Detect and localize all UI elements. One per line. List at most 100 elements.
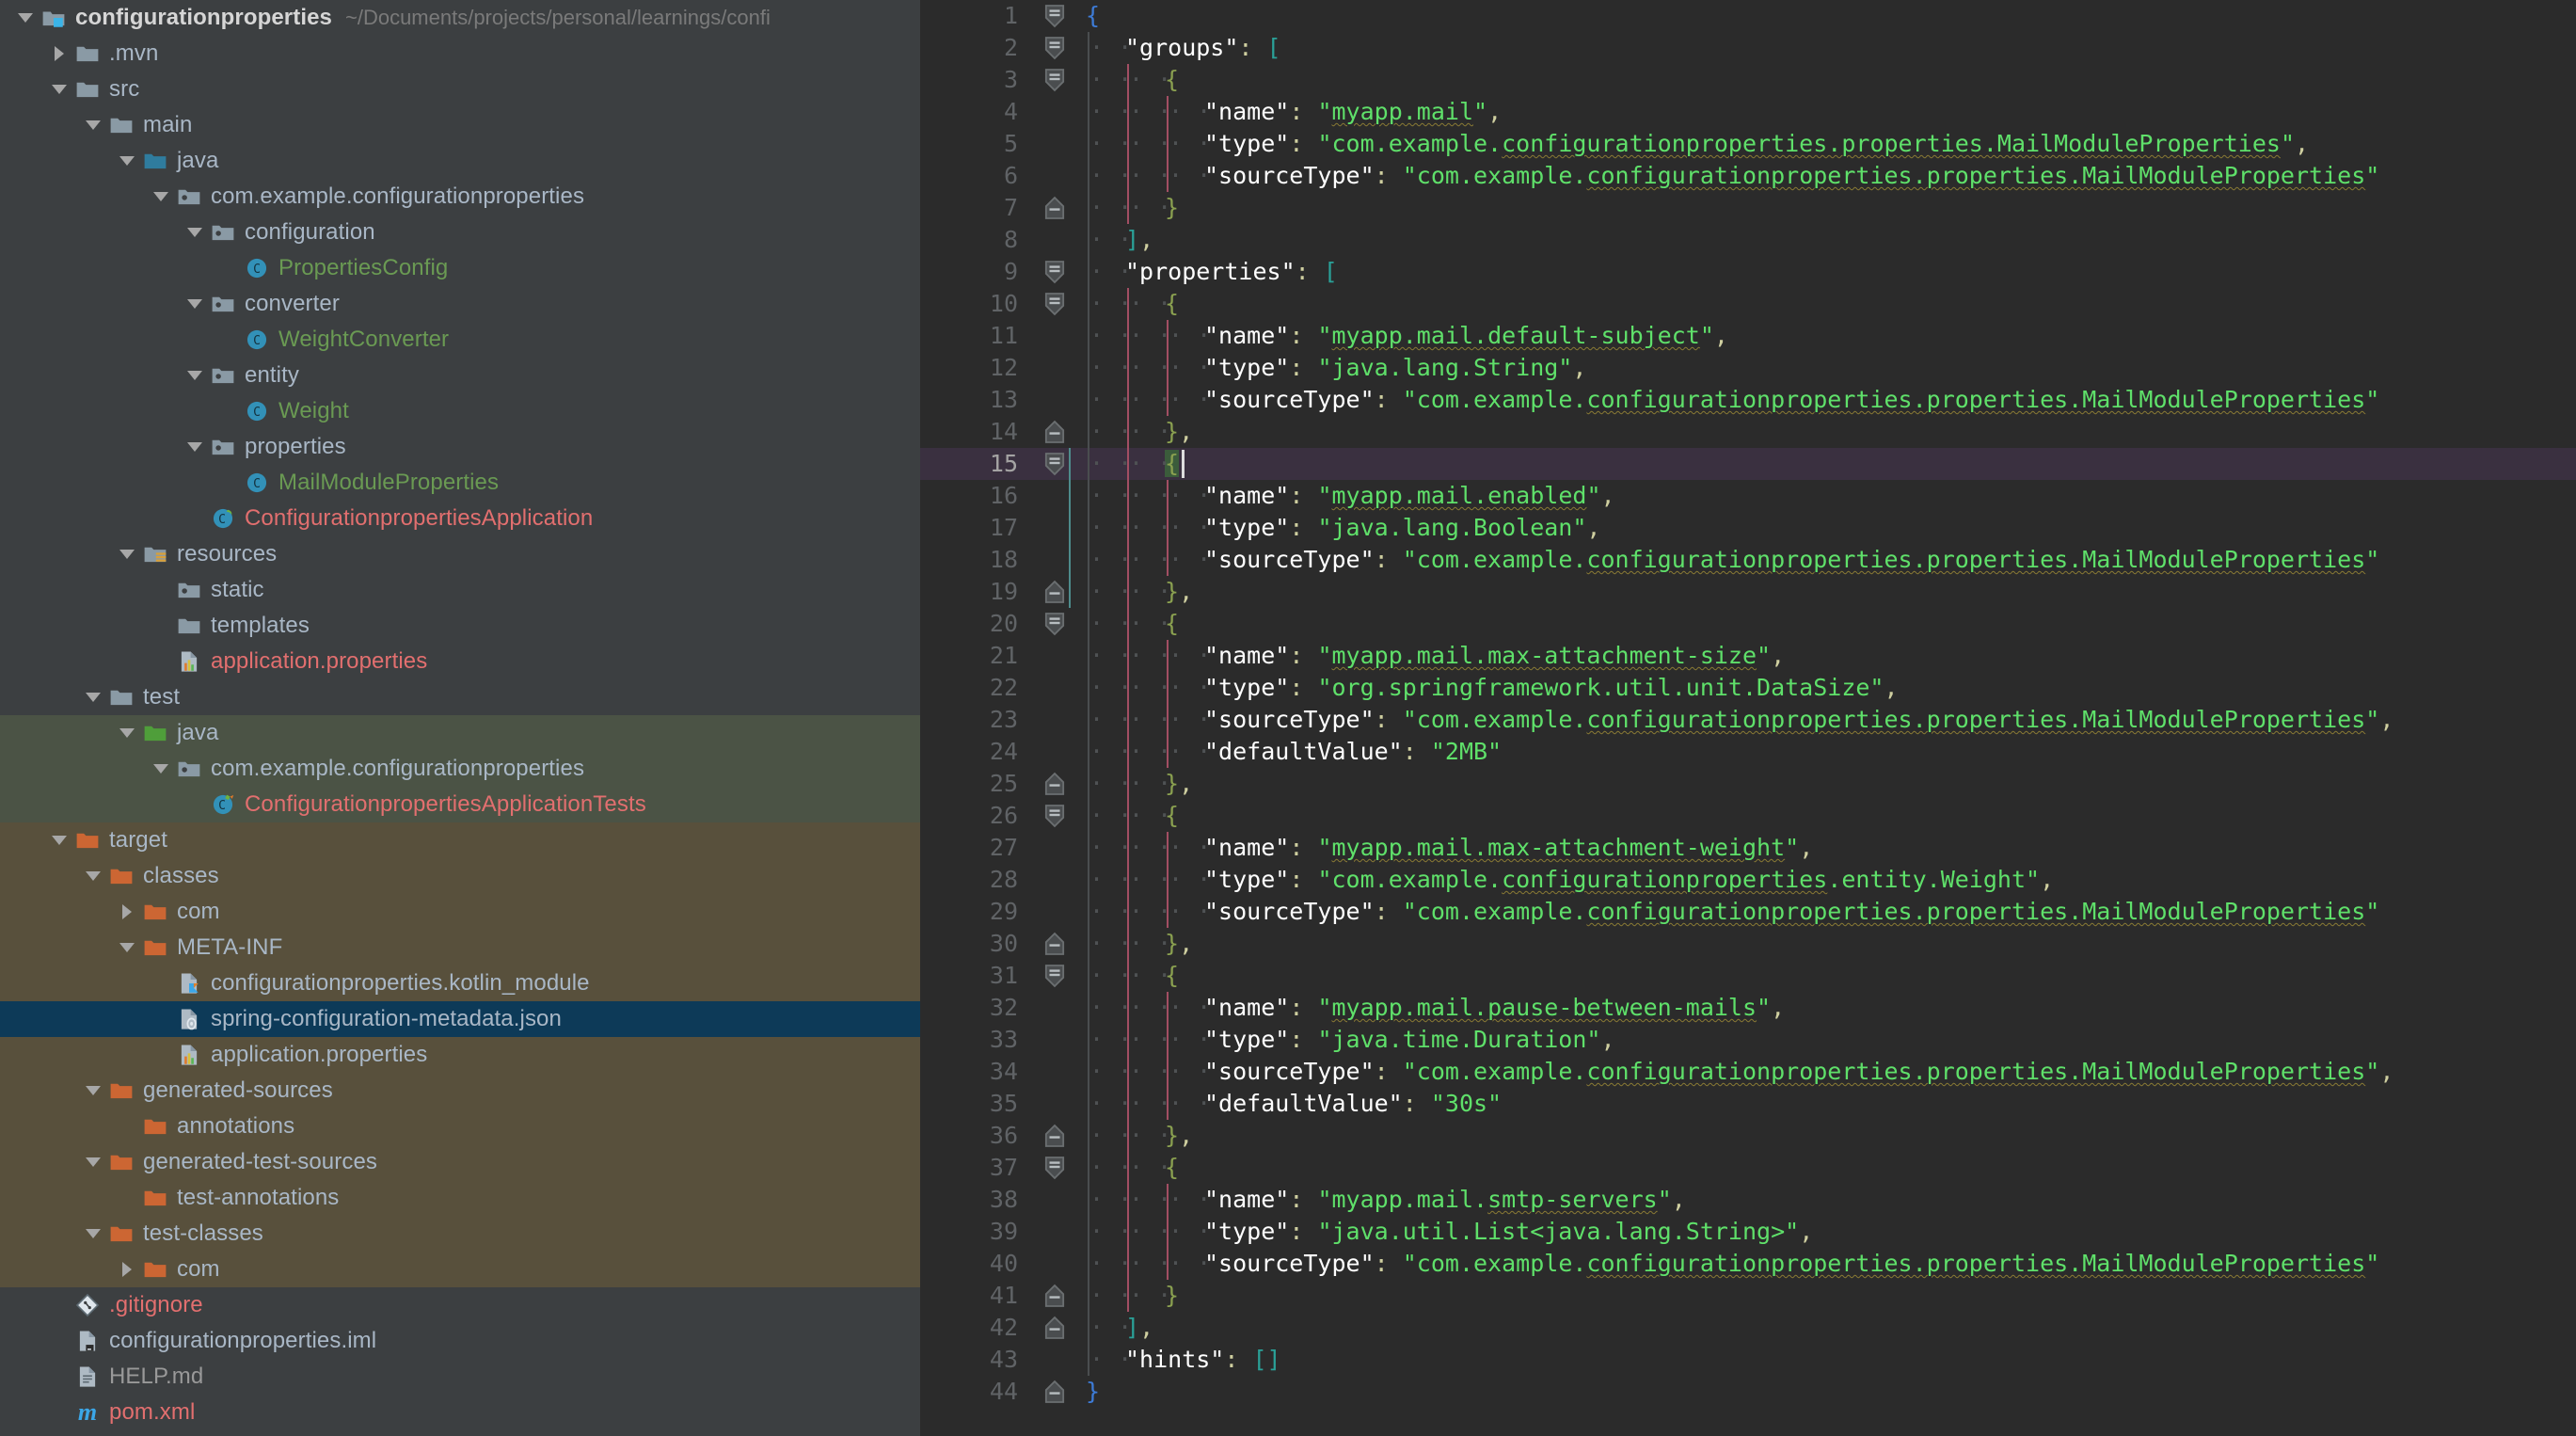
code-line[interactable]: 27 · · · · · · "name": "myapp.mail.max-attac… (920, 832, 2576, 864)
code-line[interactable]: 13 · · · · · · "sourceType": "com.example.co… (920, 384, 2576, 416)
code-line[interactable]: 4 · · · · · · "name": "myapp.mail", (920, 96, 2576, 128)
tree-item-converter[interactable]: converter (0, 286, 920, 322)
code-line[interactable]: 10 · · · ·{ (920, 288, 2576, 320)
tree-item-weight[interactable]: C Weight (0, 393, 920, 429)
chevron-right-icon[interactable] (47, 36, 72, 72)
code-line[interactable]: 25 · · · ·}, (920, 768, 2576, 800)
tree-item-test[interactable]: test (0, 679, 920, 715)
chevron-down-icon[interactable] (81, 107, 105, 143)
tree-item-propertiesconfig[interactable]: C PropertiesConfig (0, 250, 920, 286)
code-line[interactable]: 29 · · · · · · "sourceType": "com.example.co… (920, 896, 2576, 928)
chevron-down-icon[interactable] (47, 72, 72, 107)
chevron-down-icon[interactable] (149, 179, 173, 215)
chevron-down-icon[interactable] (183, 429, 207, 465)
project-tree-panel[interactable]: configurationproperties ~/Documents/proj… (0, 0, 920, 1436)
code-line[interactable]: 16 · · · · · · "name": "myapp.mail.enabled", (920, 480, 2576, 512)
tree-item-test-classes[interactable]: test-classes (0, 1216, 920, 1252)
code-line[interactable]: 31 · · · ·{ (920, 960, 2576, 992)
code-line[interactable]: 15 · · · ·{ (920, 448, 2576, 480)
fold-open-icon[interactable] (1031, 960, 1082, 992)
code-line[interactable]: 14 · · · ·}, (920, 416, 2576, 448)
tree-item-templates[interactable]: templates (0, 608, 920, 644)
fold-close-icon[interactable] (1031, 1280, 1082, 1312)
code-line[interactable]: 39 · · · · · · "type": "java.util.List<java.… (920, 1216, 2576, 1248)
chevron-right-icon[interactable] (115, 894, 139, 930)
tree-item-application-properties[interactable]: application.properties (0, 644, 920, 679)
code-line[interactable]: 28 · · · · · · "type": "com.example.configur… (920, 864, 2576, 896)
code-line[interactable]: 44} (920, 1376, 2576, 1408)
fold-close-icon[interactable] (1031, 1376, 1082, 1408)
tree-item-target[interactable]: target (0, 822, 920, 858)
fold-close-icon[interactable] (1031, 192, 1082, 224)
code-line[interactable]: 17 · · · · · · "type": "java.lang.Boolean", (920, 512, 2576, 544)
code-editor[interactable]: 1{2 · · "groups": [3 · · · ·{4 · · · · · · "name… (920, 0, 2576, 1436)
code-line[interactable]: 40 · · · · · · "sourceType": "com.example.co… (920, 1248, 2576, 1280)
code-line[interactable]: 19 · · · ·}, (920, 576, 2576, 608)
tree-item-configurationpropertiesapplication[interactable]: C ConfigurationpropertiesApplication (0, 501, 920, 536)
chevron-down-icon[interactable] (115, 536, 139, 572)
tree-item-generated-test-sources[interactable]: generated-test-sources (0, 1144, 920, 1180)
code-line[interactable]: 9 · · "properties": [ (920, 256, 2576, 288)
code-line[interactable]: 12 · · · · · · "type": "java.lang.String", (920, 352, 2576, 384)
chevron-down-icon[interactable] (115, 930, 139, 965)
tree-item-configurationpropertiesapplicationtests[interactable]: C ConfigurationpropertiesApplicationTests (0, 787, 920, 822)
tree-item-com[interactable]: com (0, 1252, 920, 1287)
tree-item-mailmoduleproperties[interactable]: C MailModuleProperties (0, 465, 920, 501)
code-line[interactable]: 36 · · · ·}, (920, 1120, 2576, 1152)
code-line[interactable]: 38 · · · · · · "name": "myapp.mail.smtp-serv… (920, 1184, 2576, 1216)
fold-open-icon[interactable] (1031, 1152, 1082, 1184)
tree-item-static[interactable]: static (0, 572, 920, 608)
chevron-down-icon[interactable] (47, 822, 72, 858)
code-line[interactable]: 18 · · · · · · "sourceType": "com.example.co… (920, 544, 2576, 576)
code-line[interactable]: 2 · · "groups": [ (920, 32, 2576, 64)
chevron-down-icon[interactable] (183, 358, 207, 393)
code-line[interactable]: 35 · · · · · · "defaultValue": "30s" (920, 1088, 2576, 1120)
tree-item-mvn[interactable]: .mvn (0, 36, 920, 72)
code-line[interactable]: 41 · · · ·} (920, 1280, 2576, 1312)
code-line[interactable]: 8 · ·], (920, 224, 2576, 256)
chevron-down-icon[interactable] (115, 715, 139, 751)
fold-open-icon[interactable] (1031, 64, 1082, 96)
chevron-down-icon[interactable] (13, 0, 38, 36)
fold-close-icon[interactable] (1031, 768, 1082, 800)
chevron-down-icon[interactable] (149, 751, 173, 787)
fold-open-icon[interactable] (1031, 256, 1082, 288)
tree-item-src[interactable]: src (0, 72, 920, 107)
code-line[interactable]: 37 · · · ·{ (920, 1152, 2576, 1184)
fold-close-icon[interactable] (1031, 1120, 1082, 1152)
code-line[interactable]: 7 · · · ·} (920, 192, 2576, 224)
tree-item-java[interactable]: java (0, 715, 920, 751)
code-line[interactable]: 21 · · · · · · "name": "myapp.mail.max-attac… (920, 640, 2576, 672)
tree-item-spring-configuration-metadata-json[interactable]: spring-configuration-metadata.json (0, 1001, 920, 1037)
fold-open-icon[interactable] (1031, 0, 1082, 32)
code-line[interactable]: 22 · · · · · · "type": "org.springframework.… (920, 672, 2576, 704)
tree-item-com-example-configurationproperties[interactable]: com.example.configurationproperties (0, 751, 920, 787)
tree-item-meta-inf[interactable]: META-INF (0, 930, 920, 965)
chevron-down-icon[interactable] (81, 1144, 105, 1180)
code-line[interactable]: 24 · · · · · · "defaultValue": "2MB" (920, 736, 2576, 768)
fold-open-icon[interactable] (1031, 32, 1082, 64)
code-line[interactable]: 34 · · · · · · "sourceType": "com.example.co… (920, 1056, 2576, 1088)
tree-item-java[interactable]: java (0, 143, 920, 179)
code-line[interactable]: 23 · · · · · · "sourceType": "com.example.co… (920, 704, 2576, 736)
code-line[interactable]: 32 · · · · · · "name": "myapp.mail.pause-bet… (920, 992, 2576, 1024)
tree-item-com[interactable]: com (0, 894, 920, 930)
tree-item-pom-xml[interactable]: m pom.xml (0, 1395, 920, 1430)
tree-item-help-md[interactable]: HELP.md (0, 1359, 920, 1395)
code-line[interactable]: 1{ (920, 0, 2576, 32)
tree-item-gitignore[interactable]: .gitignore (0, 1287, 920, 1323)
code-line[interactable]: 43 · · "hints": [] (920, 1344, 2576, 1376)
tree-item-properties[interactable]: properties (0, 429, 920, 465)
tree-item-weightconverter[interactable]: C WeightConverter (0, 322, 920, 358)
tree-item-com-example-configurationproperties[interactable]: com.example.configurationproperties (0, 179, 920, 215)
tree-item-classes[interactable]: classes (0, 858, 920, 894)
tree-item-test-annotations[interactable]: test-annotations (0, 1180, 920, 1216)
tree-item-configuration[interactable]: configuration (0, 215, 920, 250)
code-line[interactable]: 20 · · · ·{ (920, 608, 2576, 640)
chevron-down-icon[interactable] (183, 215, 207, 250)
fold-close-icon[interactable] (1031, 576, 1082, 608)
code-line[interactable]: 11 · · · · · · "name": "myapp.mail.default-s… (920, 320, 2576, 352)
fold-close-icon[interactable] (1031, 1312, 1082, 1344)
code-line[interactable]: 42 · ·], (920, 1312, 2576, 1344)
tree-item-resources[interactable]: resources (0, 536, 920, 572)
